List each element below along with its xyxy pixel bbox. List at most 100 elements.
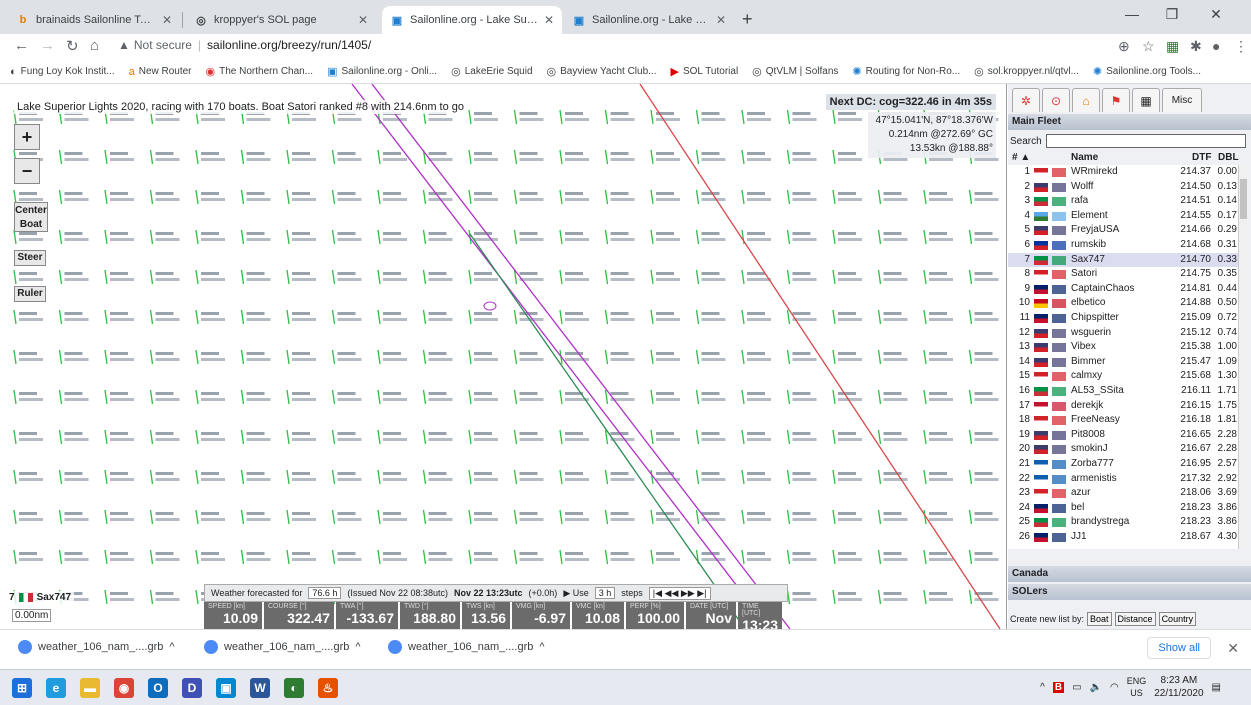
forward-icon[interactable]: →	[40, 37, 55, 54]
clock[interactable]: 8:23 AM 22/11/2020	[1154, 674, 1203, 700]
fleet-row[interactable]: 20 smokinJ 216.67 2.28	[1008, 442, 1238, 457]
fleet-row[interactable]: 8 Satori 214.75 0.35	[1008, 267, 1238, 282]
new-list-distance-button[interactable]: Distance	[1114, 612, 1156, 626]
fleet-row[interactable]: 21 Zorba777 216.95 2.57	[1008, 457, 1238, 472]
download-item[interactable]: weather_106_nam_....grb ^	[388, 640, 545, 654]
tab-flag-icon[interactable]: ⚑	[1102, 88, 1130, 112]
fleet-row[interactable]: 26 JJ1 218.67 4.30	[1008, 530, 1238, 545]
download-chevron-icon[interactable]: ^	[539, 641, 544, 653]
bookmark-star-icon[interactable]: ☆	[1142, 38, 1155, 55]
bookmark-item[interactable]: ◉ The Northern Chan...	[206, 65, 314, 78]
fleet-row[interactable]: 17 derekjk 216.15 1.75	[1008, 399, 1238, 414]
tab-close-icon[interactable]: ✕	[544, 13, 554, 27]
scrollbar-thumb[interactable]	[1240, 179, 1247, 219]
tray-app-icon[interactable]: B	[1052, 681, 1065, 693]
browser-tab[interactable]: ▣ Sailonline.org - Lake Superior Lig ✕	[564, 6, 734, 34]
main-fleet-header[interactable]: Main Fleet	[1008, 114, 1251, 130]
tab-misc[interactable]: Misc	[1162, 88, 1202, 112]
close-window-icon[interactable]: ✕	[1196, 6, 1236, 23]
tray-chevron-icon[interactable]: ^	[1040, 682, 1045, 693]
step-buttons[interactable]: |◀ ◀◀ ▶▶ ▶|	[648, 586, 711, 600]
search-input[interactable]	[1045, 134, 1246, 148]
bookmark-item[interactable]: ✺ Routing for Non-Ro...	[852, 65, 960, 78]
close-downloads-icon[interactable]: ✕	[1227, 640, 1239, 657]
fleet-row[interactable]: 19 Pit8008 216.65 2.28	[1008, 428, 1238, 443]
boat-marker-icon[interactable]	[483, 301, 497, 311]
fleet-row[interactable]: 12 wsguerin 215.12 0.74	[1008, 326, 1238, 341]
bookmark-item[interactable]: ◐ Fung Loy Kok Instit...	[10, 66, 115, 78]
browser-tab[interactable]: b brainaids Sailonline Toolbox ✕	[8, 6, 180, 34]
col-dtf[interactable]: DTF	[1192, 152, 1211, 163]
restore-icon[interactable]: ❐	[1152, 6, 1192, 23]
language-indicator[interactable]: ENG US	[1127, 675, 1147, 699]
fleet-row[interactable]: 6 rumskib 214.68 0.31	[1008, 238, 1238, 253]
extension-icon[interactable]: ▦	[1166, 38, 1179, 55]
step-select[interactable]: 3 h	[594, 587, 616, 599]
home-icon[interactable]: ⌂	[90, 37, 99, 54]
fleet-scrollbar[interactable]	[1238, 165, 1248, 549]
taskbar-explorer-icon[interactable]: ▬	[80, 678, 100, 698]
network-icon[interactable]: ▭	[1072, 682, 1081, 693]
fleet-row[interactable]: 14 Bimmer 215.47 1.09	[1008, 355, 1238, 370]
fleet-row[interactable]: 5 FreyjaUSA 214.66 0.29	[1008, 223, 1238, 238]
fleet-row[interactable]: 1 WRmirekd 214.37 0.00	[1008, 165, 1238, 180]
fleet-row[interactable]: 23 azur 218.06 3.69	[1008, 486, 1238, 501]
group-solers[interactable]: SOLers	[1008, 584, 1251, 600]
back-icon[interactable]: ←	[14, 37, 29, 54]
bookmark-item[interactable]: ◎ LakeErie Squid	[451, 65, 532, 78]
col-name[interactable]: Name	[1071, 152, 1098, 163]
fleet-row[interactable]: 4 Element 214.55 0.17	[1008, 209, 1238, 224]
taskbar-outlook-icon[interactable]: O	[148, 678, 168, 698]
new-list-country-button[interactable]: Country	[1158, 612, 1197, 626]
fleet-row[interactable]: 2 Wolff 214.50 0.13	[1008, 180, 1238, 195]
taskbar-app-green-icon[interactable]: ◐	[284, 678, 304, 698]
fleet-row[interactable]: 13 Vibex 215.38 1.00	[1008, 340, 1238, 355]
bookmark-item[interactable]: a New Router	[129, 66, 192, 78]
fleet-row[interactable]: 18 FreeNeasy 216.18 1.81	[1008, 413, 1238, 428]
profile-icon[interactable]: ●	[1212, 38, 1220, 54]
bookmark-item[interactable]: ✺ Sailonline.org Tools...	[1093, 65, 1201, 78]
bookmark-item[interactable]: ◎ Bayview Yacht Club...	[547, 65, 657, 78]
volume-icon[interactable]: 🔈	[1090, 682, 1102, 693]
fleet-row[interactable]: 15 calmxy 215.68 1.30	[1008, 369, 1238, 384]
minimize-icon[interactable]: —	[1112, 6, 1152, 22]
browser-tab[interactable]: ◎ kroppyer's SOL page ✕	[186, 6, 376, 34]
bookmark-item[interactable]: ▣ Sailonline.org - Onli...	[327, 65, 437, 78]
race-map[interactable]: Lake Superior Lights 2020, racing with 1…	[0, 84, 1007, 629]
reload-icon[interactable]: ↻	[66, 37, 79, 55]
tab-close-icon[interactable]: ✕	[358, 13, 368, 27]
show-all-button[interactable]: Show all	[1147, 637, 1211, 659]
fleet-row[interactable]: 3 rafa 214.51 0.14	[1008, 194, 1238, 209]
taskbar-app-teal-icon[interactable]: ▣	[216, 678, 236, 698]
taskbar-app-orange-icon[interactable]: ♨	[318, 678, 338, 698]
fleet-row[interactable]: 25 brandystrega 218.23 3.86	[1008, 515, 1238, 530]
col-dbl[interactable]: DBL	[1218, 152, 1239, 163]
fleet-row[interactable]: 9 CaptainChaos 214.81 0.44	[1008, 282, 1238, 297]
taskbar-chrome-icon[interactable]: ◉	[114, 678, 134, 698]
taskbar-windows-icon[interactable]: ⊞	[12, 678, 32, 698]
new-list-boat-button[interactable]: Boat	[1087, 612, 1112, 626]
taskbar-edge-icon[interactable]: e	[46, 678, 66, 698]
tab-house-icon[interactable]: ⌂	[1072, 88, 1100, 112]
zoom-in-button[interactable]: +	[14, 124, 40, 150]
ruler-button[interactable]: Ruler	[14, 286, 46, 302]
taskbar-app-blue-icon[interactable]: D	[182, 678, 202, 698]
col-rank[interactable]: # ▲	[1012, 152, 1030, 163]
tab-checker-icon[interactable]: ▦	[1132, 88, 1160, 112]
bookmark-item[interactable]: ▶ SOL Tutorial	[670, 65, 738, 78]
address-bar[interactable]: ▲ Not secure | sailonline.org/breezy/run…	[118, 38, 371, 52]
group-canada[interactable]: Canada	[1008, 566, 1251, 582]
fleet-row[interactable]: 11 Chipspitter 215.09 0.72	[1008, 311, 1238, 326]
tab-compass-icon[interactable]: ✲	[1012, 88, 1040, 112]
menu-icon[interactable]: ⋮	[1234, 38, 1248, 55]
tab-target-icon[interactable]: ⊙	[1042, 88, 1070, 112]
download-chevron-icon[interactable]: ^	[169, 641, 174, 653]
wifi-icon[interactable]: ◠	[1110, 682, 1119, 693]
center-boat-button[interactable]: Center Boat	[14, 202, 48, 232]
zoom-icon[interactable]: ⊕	[1118, 38, 1130, 55]
download-item[interactable]: weather_106_nam_....grb ^	[18, 640, 175, 654]
fleet-row[interactable]: 7 Sax747 214.70 0.33	[1008, 252, 1238, 268]
download-chevron-icon[interactable]: ^	[355, 641, 360, 653]
notification-icon[interactable]: ▤	[1212, 682, 1221, 693]
new-tab-button[interactable]: +	[742, 9, 753, 30]
